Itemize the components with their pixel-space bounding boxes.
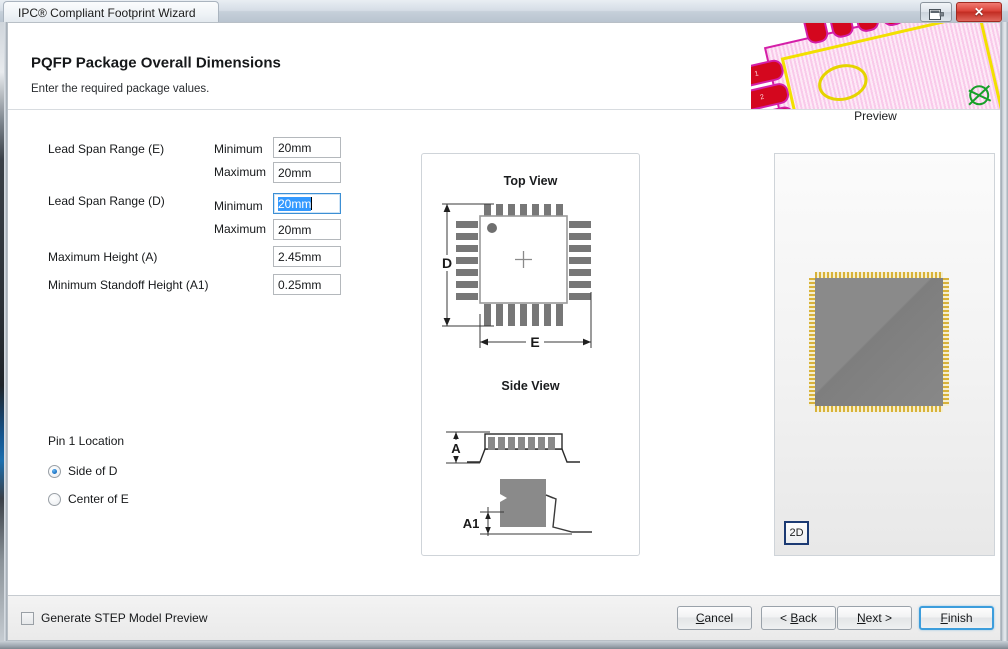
back-button[interactable]: < Back [761, 606, 836, 630]
text-caret [311, 197, 313, 210]
label-lead-span-range-d: Lead Span Range (D) [48, 194, 165, 208]
checkbox-indicator [21, 611, 34, 625]
footprint-banner-image: 32 31 30 29 28 27 26 25 1 2 3 4 5 [751, 23, 1000, 109]
wizard-window: IPC® Compliant Footprint Wizard ✕ PQFP P… [0, 0, 1008, 649]
lead-row-top [815, 272, 943, 278]
radio-center-of-e[interactable]: Center of E [48, 492, 129, 506]
cancel-button[interactable]: Cancel [677, 606, 752, 630]
input-value: 20mm [278, 140, 312, 155]
label-e-maximum: Maximum [214, 165, 267, 179]
label-e-minimum: Minimum [214, 142, 263, 156]
button-label: Next > [856, 611, 893, 625]
button-label: < Back [779, 611, 818, 625]
window-frame-bottom [0, 641, 1008, 649]
radio-label: Center of E [68, 492, 129, 506]
input-value: 2.45mm [278, 249, 322, 264]
input-value: 20mm [278, 165, 312, 180]
close-icon: ✕ [973, 5, 985, 19]
page-subtitle: Enter the required package values. [31, 83, 210, 95]
button-label: Finish [940, 611, 973, 625]
button-label: Cancel [695, 611, 734, 625]
input-minimum-standoff-height[interactable]: 0.25mm [273, 274, 341, 295]
wizard-header: PQFP Package Overall Dimensions Enter th… [8, 23, 1000, 110]
generate-step-model-checkbox[interactable]: Generate STEP Model Preview [21, 611, 208, 625]
window-frame-right [1001, 22, 1008, 649]
wizard-client-area: PQFP Package Overall Dimensions Enter th… [7, 22, 1001, 641]
titlebar: IPC® Compliant Footprint Wizard ✕ [0, 0, 1008, 23]
package-diagram-panel: Top View Side View D E A A1 [421, 153, 640, 556]
lead-row-right [943, 278, 949, 406]
label-d-maximum: Maximum [214, 222, 267, 236]
next-button[interactable]: Next > [837, 606, 912, 630]
banner-artwork: 32 31 30 29 28 27 26 25 1 2 3 4 5 [751, 23, 1000, 109]
radio-label: Side of D [68, 464, 118, 478]
input-lead-span-e-minimum[interactable]: 20mm [273, 137, 341, 158]
svg-text:A: A [451, 441, 461, 456]
input-maximum-height[interactable]: 2.45mm [273, 246, 341, 267]
label-d-minimum: Minimum [214, 199, 263, 213]
side-view-drawing: A A1 [446, 431, 592, 536]
radio-indicator-selected [48, 464, 61, 478]
lead-row-left [809, 278, 815, 406]
close-window-button[interactable]: ✕ [956, 2, 1002, 22]
input-lead-span-d-minimum[interactable]: 20mm [273, 193, 341, 214]
input-lead-span-e-maximum[interactable]: 20mm [273, 162, 341, 183]
radio-indicator-unselected [48, 492, 61, 506]
top-view-title: Top View [503, 174, 558, 188]
package-3d-preview-panel[interactable]: 2D [774, 153, 995, 556]
window-frame-edge [0, 22, 4, 649]
preview-caption: Preview [854, 109, 897, 123]
package-body-render [815, 278, 943, 406]
label-minimum-standoff-height-a1: Minimum Standoff Height (A1) [48, 278, 209, 292]
pin1-location-title: Pin 1 Location [48, 434, 125, 448]
input-value: 20mm [278, 222, 312, 237]
lead-row-bottom [815, 406, 943, 412]
package-render [809, 272, 949, 412]
page-title: PQFP Package Overall Dimensions [31, 54, 281, 72]
restore-window-button[interactable] [920, 2, 952, 22]
input-value: 20mm [278, 196, 312, 211]
top-view-drawing: D E [438, 203, 592, 350]
view-mode-label: 2D [789, 527, 804, 539]
input-value: 0.25mm [278, 277, 322, 292]
finish-button[interactable]: Finish [919, 606, 994, 630]
svg-text:A1: A1 [463, 516, 480, 531]
svg-text:E: E [530, 334, 539, 350]
label-lead-span-range-e: Lead Span Range (E) [48, 142, 165, 156]
checkbox-label: Generate STEP Model Preview [41, 611, 208, 625]
view-mode-toggle-button[interactable]: 2D [784, 521, 809, 545]
svg-text:D: D [442, 255, 452, 271]
wizard-footer: Generate STEP Model Preview Cancel < Bac… [8, 595, 1000, 640]
radio-side-of-d[interactable]: Side of D [48, 464, 117, 478]
label-maximum-height-a: Maximum Height (A) [48, 250, 158, 264]
window-title: IPC® Compliant Footprint Wizard [3, 1, 219, 23]
input-lead-span-d-maximum[interactable]: 20mm [273, 219, 341, 240]
side-view-title: Side View [501, 379, 560, 393]
restore-window-icon [928, 7, 944, 20]
